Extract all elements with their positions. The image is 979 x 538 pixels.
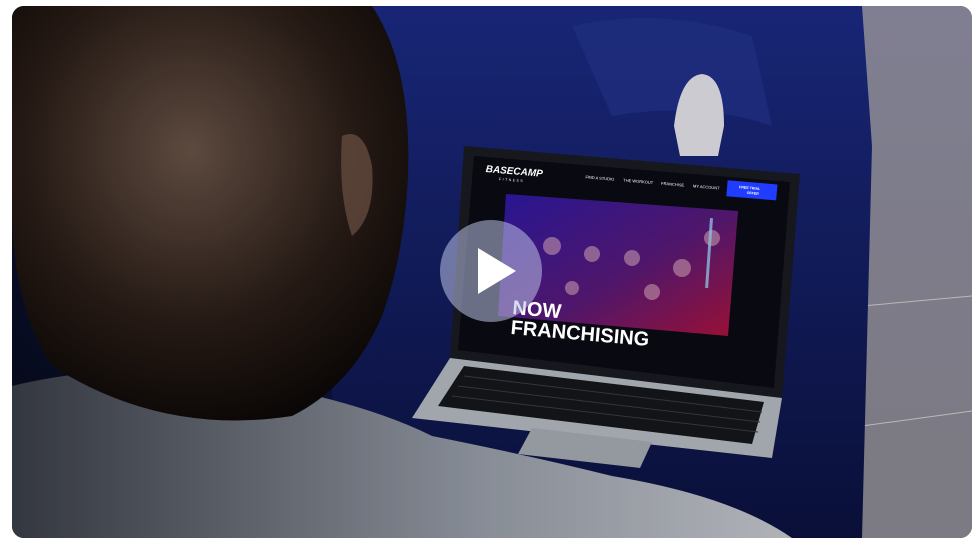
video-thumbnail[interactable]: BASECAMP FITNESS FIND A STUDIO THE WORKO… [12, 6, 972, 538]
site-logo: BASECAMP [485, 164, 543, 180]
nav-my-account: MY ACCOUNT [693, 183, 720, 190]
nav-franchise: FRANCHISE [661, 181, 685, 188]
play-button[interactable] [440, 220, 542, 322]
hero-line-2: FRANCHISING [510, 317, 650, 351]
nav-find-studio: FIND A STUDIO [585, 174, 614, 181]
play-icon [478, 248, 516, 294]
cta-button [726, 180, 778, 201]
nav-workout: THE WORKOUT [623, 178, 654, 186]
site-logo-sub: FITNESS [499, 177, 525, 183]
